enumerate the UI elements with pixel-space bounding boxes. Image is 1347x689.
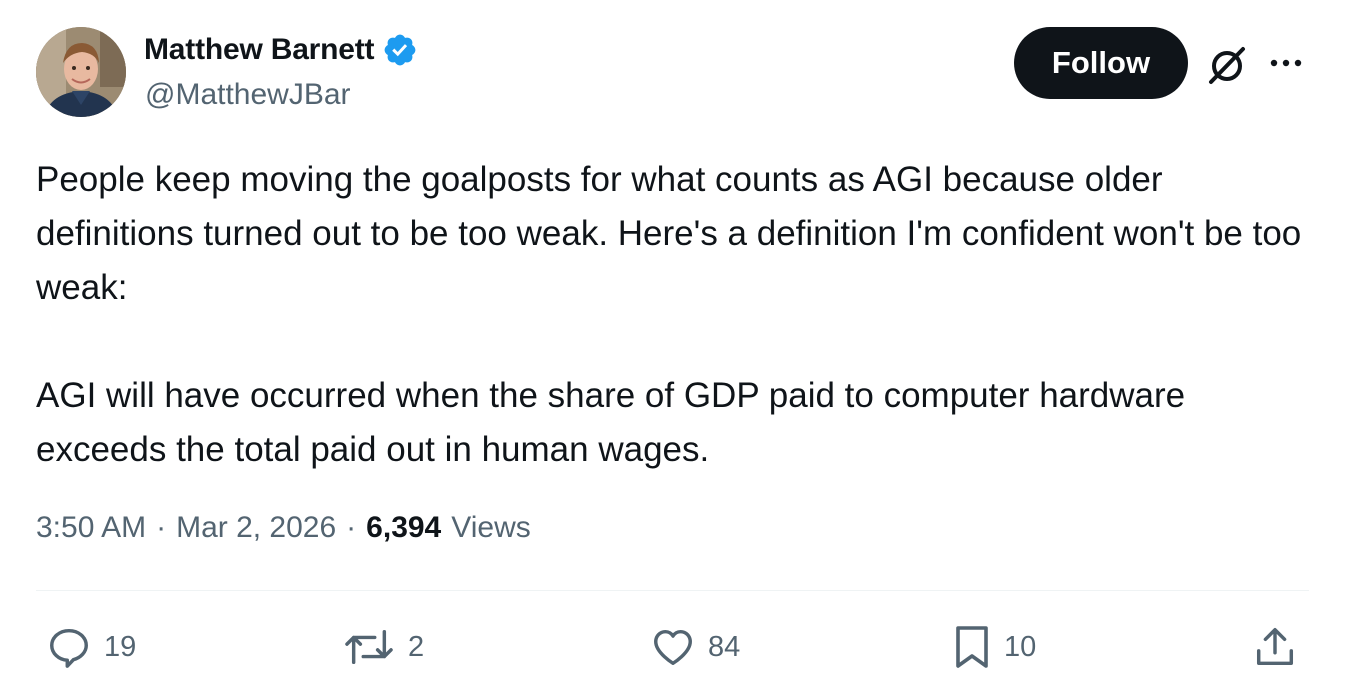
- verified-badge-icon[interactable]: [382, 32, 418, 68]
- heart-icon: [654, 629, 692, 666]
- more-options-icon[interactable]: [1266, 48, 1306, 78]
- avatar-image: [36, 27, 126, 117]
- meta-separator: ·: [346, 511, 357, 544]
- like-count: 84: [708, 630, 741, 663]
- tweet-text: People keep moving the goalposts for wha…: [36, 153, 1311, 477]
- bookmark-icon: [956, 626, 988, 668]
- author-display-name[interactable]: Matthew Barnett: [144, 33, 375, 67]
- tweet-date[interactable]: Mar 2, 2026: [176, 511, 336, 545]
- divider: [36, 590, 1309, 591]
- like-button[interactable]: 84: [650, 620, 740, 674]
- reply-count: 19: [104, 630, 137, 663]
- bookmark-button[interactable]: 10: [952, 620, 1036, 674]
- reply-icon: [50, 628, 88, 668]
- tweet-paragraph: AGI will have occurred when the share of…: [36, 376, 1186, 469]
- meta-separator: ·: [156, 511, 167, 544]
- repost-icon: [345, 629, 393, 665]
- repost-count: 2: [408, 630, 425, 663]
- views-label: Views: [451, 511, 531, 544]
- avatar[interactable]: [36, 27, 126, 117]
- author-handle[interactable]: @MatthewJBar: [145, 78, 351, 112]
- author-name-row: Matthew Barnett: [144, 30, 418, 70]
- tweet-meta: 3:50 AM · Mar 2, 2026 · 6,394 Views: [36, 511, 531, 545]
- tweet-time[interactable]: 3:50 AM: [36, 511, 146, 545]
- follow-button[interactable]: Follow: [1014, 27, 1188, 99]
- bookmark-count: 10: [1004, 630, 1037, 663]
- grok-icon[interactable]: [1204, 42, 1250, 88]
- tweet-paragraph: People keep moving the goalposts for wha…: [36, 160, 1302, 307]
- reply-button[interactable]: 19: [46, 620, 136, 674]
- share-icon: [1256, 628, 1294, 666]
- repost-button[interactable]: 2: [342, 620, 424, 674]
- views-count: 6,394: [366, 511, 442, 544]
- share-button[interactable]: [1252, 620, 1298, 674]
